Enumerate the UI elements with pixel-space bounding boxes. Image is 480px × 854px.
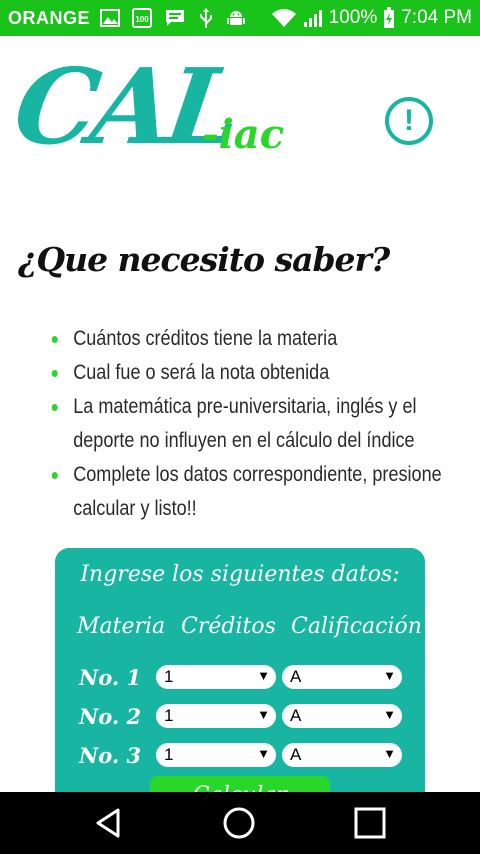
section-heading: ¿Que necesito saber? [18, 240, 390, 279]
android-icon [227, 11, 246, 25]
signal-icon [303, 10, 322, 27]
grade-select-2[interactable]: A ▼ [282, 704, 402, 728]
carrier-name: ORANGE [8, 7, 91, 28]
back-icon[interactable] [92, 806, 126, 840]
list-item: Cual fue o será la nota obtenida [50, 356, 454, 390]
status-right: 100% 7:04 PM [271, 7, 472, 29]
credits-value-2: 1 [164, 706, 174, 725]
requirements-list: Cuántos créditos tiene la materia Cual f… [50, 322, 470, 526]
data-entry-card: Ingrese los siguientes datos: Materia Cr… [55, 548, 425, 818]
list-item: Complete los datos correspondiente, pres… [50, 458, 454, 526]
chevron-down-icon: ▼ [257, 668, 270, 683]
message-icon [166, 10, 185, 26]
form-title: Ingrese los siguientes datos: [80, 562, 400, 587]
column-header-materia: Materia [77, 614, 166, 639]
info-button[interactable]: ! [385, 97, 433, 145]
battery-charging-icon [384, 7, 395, 28]
chevron-down-icon: ▼ [383, 668, 396, 683]
grade-value-1: A [290, 667, 302, 686]
recents-icon[interactable] [353, 806, 387, 840]
grade-select-3[interactable]: A ▼ [282, 743, 402, 767]
logo-sub-text: -iac [202, 111, 285, 158]
chevron-down-icon: ▼ [257, 707, 270, 722]
list-item: Cuántos créditos tiene la materia [50, 322, 454, 356]
chevron-down-icon: ▼ [383, 746, 396, 761]
column-header-calificacion: Calificación [291, 614, 422, 639]
clock: 7:04 PM [401, 7, 472, 28]
battery-percent: 100% [328, 7, 378, 28]
notification-icons: 100 [100, 7, 246, 29]
row-label-2: No. 2 [79, 704, 142, 729]
column-header-creditos: Créditos [181, 614, 276, 639]
row-label-3: No. 3 [79, 743, 142, 768]
grade-value-2: A [290, 706, 302, 725]
navigation-bar [0, 792, 480, 854]
app-logo: CAL -iac [7, 45, 286, 185]
status-bar: ORANGE 100 100% 7:04 PM [0, 0, 480, 36]
usb-icon [200, 8, 213, 28]
wifi-icon [271, 9, 296, 27]
exclamation-icon: ! [404, 104, 414, 137]
credits-select-3[interactable]: 1 ▼ [156, 743, 276, 767]
storage-100-icon: 100 [132, 8, 153, 28]
svg-text:100: 100 [135, 15, 149, 24]
row-label-1: No. 1 [79, 665, 142, 690]
home-icon[interactable] [222, 806, 256, 840]
credits-select-1[interactable]: 1 ▼ [156, 665, 276, 689]
grade-value-3: A [290, 745, 302, 764]
list-item: La matemática pre-universitaria, inglés … [50, 390, 454, 458]
chevron-down-icon: ▼ [257, 746, 270, 761]
grade-select-1[interactable]: A ▼ [282, 665, 402, 689]
credits-select-2[interactable]: 1 ▼ [156, 704, 276, 728]
credits-value-1: 1 [164, 667, 174, 686]
credits-value-3: 1 [164, 745, 174, 764]
chevron-down-icon: ▼ [383, 707, 396, 722]
image-icon [100, 9, 121, 27]
